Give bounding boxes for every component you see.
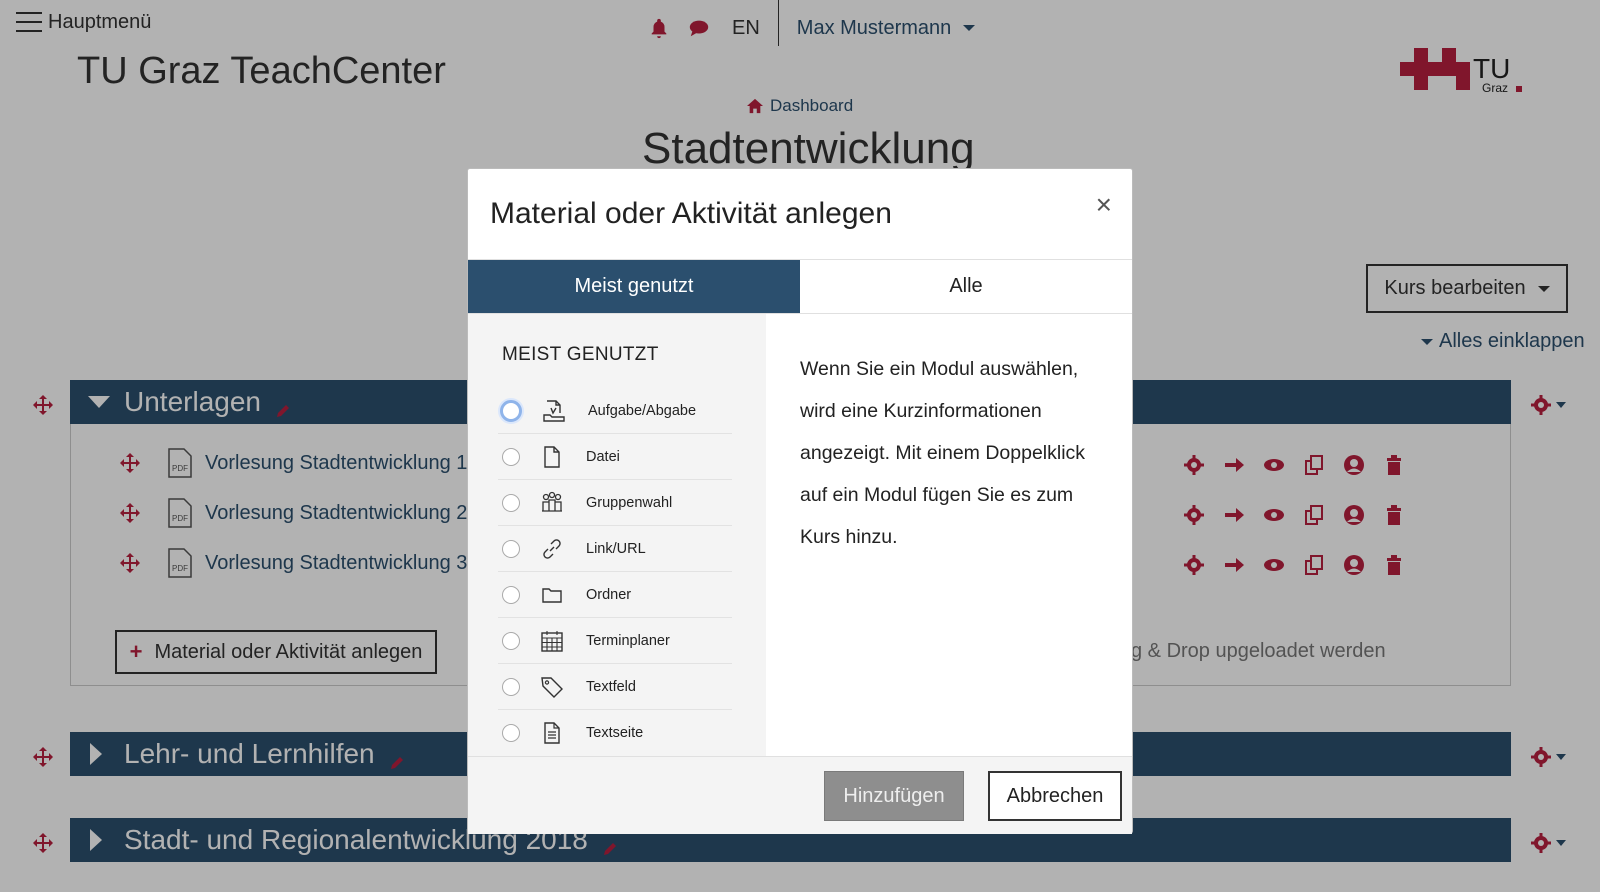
module-radio[interactable] (502, 724, 520, 742)
file-icon (540, 445, 564, 469)
module-radio[interactable] (502, 539, 520, 558)
modal-title: Material oder Aktivität anlegen (490, 197, 892, 230)
module-option[interactable]: Ordner (498, 572, 732, 618)
module-label: Aufgabe/Abgabe (588, 402, 697, 419)
tab-meist-genutzt[interactable]: Meist genutzt (468, 260, 800, 313)
modal-body: MEIST GENUTZT Aufgabe/Abgabe Datei Grupp… (468, 314, 1132, 756)
modal-header: Material oder Aktivität anlegen × (468, 169, 1132, 260)
module-label: Link/URL (586, 540, 646, 557)
module-radio[interactable] (502, 631, 520, 650)
modal-footer: Hinzufügen Abbrechen (468, 756, 1132, 834)
group-icon (540, 491, 564, 515)
module-label: Textseite (586, 725, 644, 741)
module-option[interactable]: Textseite (498, 710, 732, 756)
module-option[interactable]: Textfeld (498, 664, 732, 710)
activity-chooser-dialog: Material oder Aktivität anlegen × Meist … (467, 168, 1133, 834)
module-radio[interactable] (502, 447, 520, 466)
module-option[interactable]: Terminplaner (498, 618, 732, 664)
module-label: Datei (586, 448, 620, 465)
link-icon (540, 537, 564, 561)
module-label: Textfeld (586, 678, 636, 695)
module-option[interactable]: Link/URL (498, 526, 732, 572)
module-radio[interactable] (502, 585, 520, 604)
module-option[interactable]: Aufgabe/Abgabe (498, 388, 732, 434)
calendar-icon (540, 629, 564, 653)
folder-icon (540, 583, 564, 607)
module-description: Wenn Sie ein Modul auswählen, wird eine … (800, 358, 1086, 548)
add-button[interactable]: Hinzufügen (824, 771, 964, 821)
module-label: Gruppenwahl (586, 494, 673, 511)
list-heading: MEIST GENUTZT (502, 344, 659, 365)
module-radio[interactable] (502, 677, 520, 696)
page-icon (540, 721, 564, 745)
assignment-icon (542, 399, 566, 423)
module-radio[interactable] (502, 493, 520, 512)
tab-alle[interactable]: Alle (800, 260, 1132, 313)
cancel-button[interactable]: Abbrechen (988, 771, 1122, 821)
close-icon[interactable]: × (1096, 191, 1112, 219)
tag-icon (540, 675, 564, 699)
module-label: Ordner (586, 586, 632, 603)
module-radio[interactable] (500, 399, 522, 422)
modal-tabs: Meist genutzt Alle (468, 260, 1132, 314)
module-label: Terminplaner (586, 632, 670, 649)
module-option[interactable]: Gruppenwahl (498, 480, 732, 526)
module-list: MEIST GENUTZT Aufgabe/Abgabe Datei Grupp… (468, 314, 766, 756)
module-option[interactable]: Datei (498, 434, 732, 480)
